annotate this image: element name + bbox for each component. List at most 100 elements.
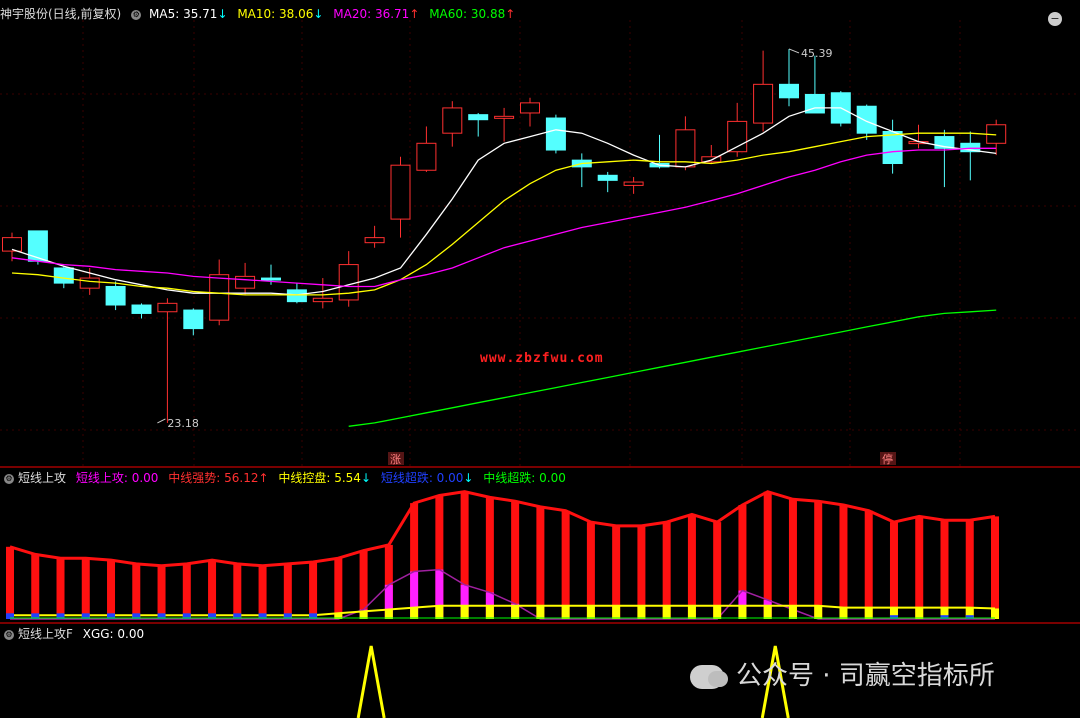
- indicator-mid-oversold: 中线超跌: 0.00: [483, 471, 566, 485]
- ma5-value: MA5: 35.71↓: [149, 7, 228, 21]
- mid-strong-bar: [915, 516, 924, 619]
- mid-strong-bar: [208, 560, 217, 619]
- mid-strong-bar: [132, 563, 141, 619]
- mid-strong-bar: [864, 510, 873, 619]
- mid-strong-bar: [283, 563, 292, 619]
- ma20-value: MA20: 36.71↑: [333, 7, 420, 21]
- candle-body: [416, 142, 437, 171]
- wechat-watermark: 公众号 · 司赢空指标所: [690, 655, 995, 692]
- mid-control-bar: [763, 605, 772, 619]
- mid-control-bar: [561, 605, 570, 619]
- mid-control-bar: [864, 607, 873, 619]
- panel3-header: ⚙ 短线上攻F XGG: 0.00: [0, 624, 1080, 644]
- high-marker: [788, 48, 800, 54]
- minimize-button[interactable]: −: [1048, 12, 1062, 26]
- panel2-name: 短线上攻: [18, 471, 67, 485]
- candle-body: [235, 275, 256, 289]
- panel2-header: ⚙ 短线上攻 短线上攻: 0.00 中线强势: 56.12↑ 中线控盘: 5.54…: [0, 468, 1080, 488]
- candle-body: [338, 264, 359, 301]
- mid-strong-bar: [157, 565, 166, 619]
- ma-line-ma10: [11, 132, 997, 296]
- mid-strong-bar: [814, 501, 823, 619]
- mid-strong-bar: [965, 520, 974, 619]
- ma60-value: MA60: 30.88↑: [429, 7, 516, 21]
- candle-body: [856, 105, 877, 134]
- candle-body: [701, 156, 722, 163]
- low-marker: [157, 418, 166, 424]
- mid-strong-bar: [536, 506, 545, 619]
- mid-control-bar: [460, 605, 469, 619]
- mid-control-bar: [814, 605, 823, 619]
- mid-strong-bar: [56, 558, 65, 619]
- indicator-short-oversold: 短线超跌: 0.00↓: [380, 471, 474, 485]
- mid-control-bar: [536, 605, 545, 619]
- candle-body: [882, 131, 903, 165]
- candle-body: [312, 297, 333, 303]
- candle-body: [779, 83, 799, 99]
- candle-body: [494, 115, 515, 119]
- mid-strong-bar: [788, 499, 797, 619]
- mid-control-bar: [586, 605, 595, 619]
- mid-strong-bar: [233, 563, 242, 619]
- candle-body: [468, 114, 489, 121]
- candle-body: [2, 237, 22, 252]
- candle-body: [623, 181, 644, 186]
- panel3-name: 短线上攻F: [18, 627, 73, 641]
- candle-body: [105, 285, 126, 306]
- indicator-short-attack: 短线上攻: 0.00: [75, 471, 159, 485]
- wechat-icon: [690, 664, 728, 689]
- ma-line-ma20: [11, 147, 997, 288]
- mid-strong-bar: [107, 560, 116, 619]
- mid-strong-bar: [713, 522, 722, 619]
- xgg-spike: [356, 645, 386, 718]
- candle-body: [520, 102, 540, 114]
- mid-strong-bar: [258, 565, 267, 619]
- url-watermark: www.zbzfwu.com: [480, 351, 604, 366]
- mid-control-bar: [612, 605, 621, 619]
- mid-control-bar: [435, 605, 444, 619]
- settings-icon[interactable]: ⚙: [131, 9, 142, 20]
- candle-body: [364, 237, 385, 244]
- candle-body: [286, 289, 307, 303]
- panel3-settings-icon[interactable]: ⚙: [4, 629, 14, 640]
- candle-body: [131, 304, 152, 314]
- mid-control-bar: [991, 608, 999, 619]
- main-panel-header: 神宇股份(日线,前复权) ⚙ MA5: 35.71↓ MA10: 38.06↓ M…: [0, 4, 1080, 24]
- candle-body: [53, 267, 74, 284]
- mid-strong-bar: [31, 554, 40, 619]
- mid-strong-bar: [81, 558, 90, 619]
- mid-control-bar: [738, 605, 747, 619]
- candle-body: [442, 107, 463, 134]
- candle-body: [390, 164, 411, 220]
- high-price-label: 45.39: [801, 47, 833, 60]
- mid-strong-bar: [586, 522, 595, 619]
- mid-control-bar: [915, 607, 924, 619]
- mid-strong-bar: [6, 546, 14, 619]
- low-price-label: 23.18: [167, 417, 199, 430]
- candle-body: [597, 174, 618, 181]
- indicator-xgg: XGG: 0.00: [82, 627, 145, 641]
- indicator-mid-control: 中线控盘: 5.54↓: [278, 471, 371, 485]
- mid-strong-bar: [511, 501, 520, 619]
- mid-control-bar: [485, 605, 494, 619]
- mid-strong-bar: [889, 522, 898, 619]
- panel2-settings-icon[interactable]: ⚙: [4, 473, 14, 484]
- candle-body: [157, 302, 178, 313]
- candle-body: [261, 277, 281, 281]
- candle-body: [753, 83, 774, 124]
- stock-title: 神宇股份(日线,前复权): [0, 7, 122, 21]
- mid-strong-bar: [182, 563, 191, 619]
- candle-body: [183, 309, 204, 330]
- indicator-mid-strong: 中线强势: 56.12↑: [168, 471, 269, 485]
- mid-control-bar: [637, 605, 646, 619]
- ma10-value: MA10: 38.06↓: [237, 7, 324, 21]
- mid-strong-bar: [309, 562, 318, 619]
- mid-control-bar: [511, 605, 520, 619]
- mid-strong-bar: [662, 522, 671, 619]
- limit-up-badge-text: 涨: [390, 453, 401, 466]
- mid-control-bar: [687, 605, 696, 619]
- limit-up-badge-text: 停: [882, 452, 893, 466]
- mid-control-bar: [788, 605, 797, 619]
- mid-strong-bar: [839, 505, 848, 619]
- mid-strong-bar: [940, 520, 949, 619]
